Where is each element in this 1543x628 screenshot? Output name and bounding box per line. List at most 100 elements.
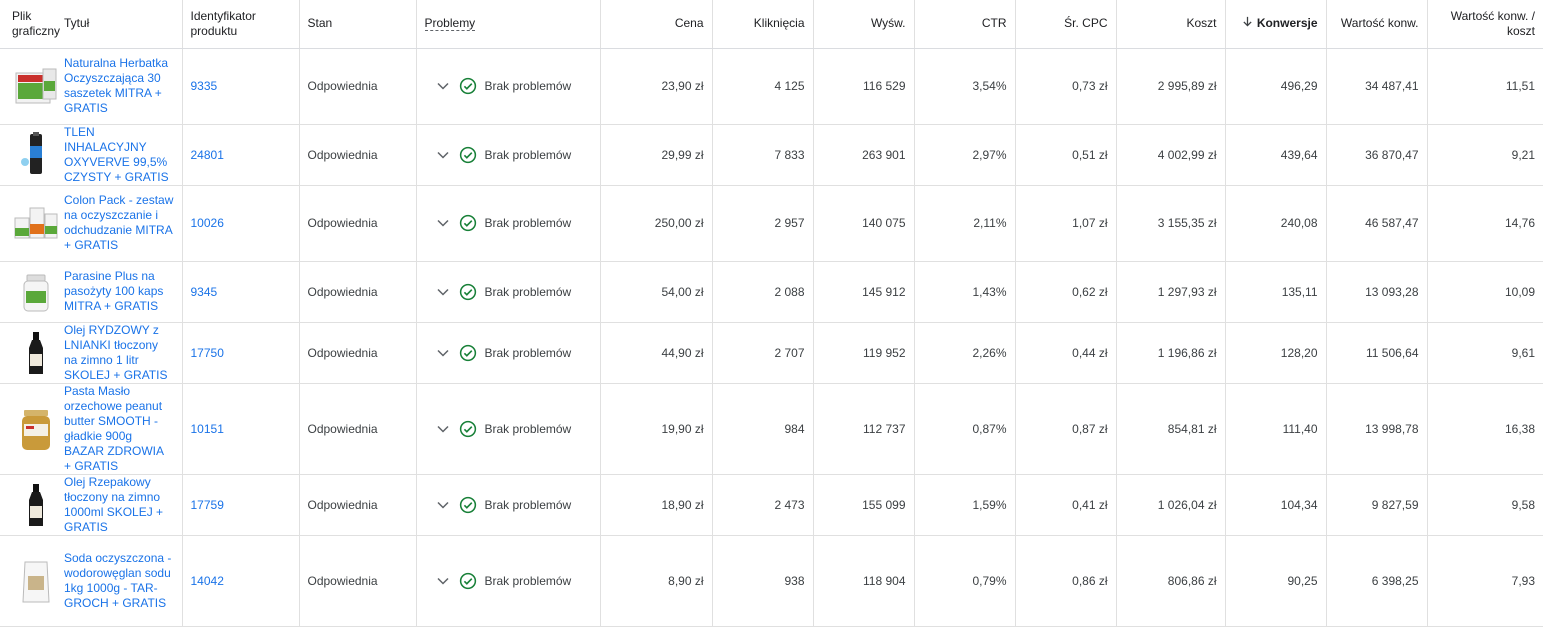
check-circle-icon xyxy=(459,77,477,95)
problems-cell: Brak problemów xyxy=(416,48,601,125)
products-table: Plik graficzny Tytuł Identyfikator produ… xyxy=(0,0,1543,627)
col-header-problems[interactable]: Problemy xyxy=(416,0,601,49)
product-id-link[interactable]: 24801 xyxy=(191,148,224,162)
product-image[interactable] xyxy=(12,62,60,110)
product-id-link[interactable]: 9345 xyxy=(191,285,218,299)
impressions-cell: 116 529 xyxy=(813,48,915,125)
ctr-cell: 1,43% xyxy=(914,261,1016,323)
conv-value-cost-cell: 9,61 xyxy=(1427,322,1543,384)
product-id-link[interactable]: 9335 xyxy=(191,79,218,93)
clicks-cell: 7 833 xyxy=(712,124,814,186)
cpc-cell: 0,62 zł xyxy=(1015,261,1117,323)
status-cell: Odpowiednia xyxy=(299,474,417,536)
chevron-down-icon[interactable] xyxy=(436,82,449,90)
price-cell: 250,00 zł xyxy=(600,185,713,262)
status-cell: Odpowiednia xyxy=(299,261,417,323)
conv-value-cell: 6 398,25 xyxy=(1326,535,1428,627)
impressions-cell: 140 075 xyxy=(813,185,915,262)
product-id-link[interactable]: 10151 xyxy=(191,422,224,436)
col-header-id[interactable]: Identyfikator produktu xyxy=(182,0,300,49)
col-header-label: Wartość konw. xyxy=(1340,16,1419,31)
product-title-link[interactable]: Parasine Plus na pasożyty 100 kaps MITRA… xyxy=(64,269,163,313)
product-image[interactable] xyxy=(12,329,60,377)
product-image[interactable] xyxy=(12,557,60,605)
col-header-label: Stan xyxy=(307,16,333,31)
conversions-cell: 111,40 xyxy=(1225,383,1327,475)
check-circle-icon xyxy=(459,496,477,514)
cost-cell: 2 995,89 zł xyxy=(1116,48,1226,125)
price-cell: 44,90 zł xyxy=(600,322,713,384)
check-circle-icon xyxy=(459,283,477,301)
col-header-image[interactable]: Plik graficzny xyxy=(0,0,64,49)
clicks-cell: 2 088 xyxy=(712,261,814,323)
clicks-cell: 938 xyxy=(712,535,814,627)
arrow-down-icon xyxy=(1242,16,1253,31)
product-title-link[interactable]: Pasta Masło orzechowe peanut butter SMOO… xyxy=(64,384,163,473)
col-header-title[interactable]: Tytuł xyxy=(64,0,183,49)
col-header-conv-value[interactable]: Wartość konw. xyxy=(1326,0,1428,49)
col-header-cost[interactable]: Koszt xyxy=(1116,0,1226,49)
col-header-label: Kliknięcia xyxy=(753,16,805,31)
product-title-cell: TLEN INHALACYJNY OXYVERVE 99,5% CZYSTY +… xyxy=(64,124,183,186)
price-cell: 29,99 zł xyxy=(600,124,713,186)
price-cell: 23,90 zł xyxy=(600,48,713,125)
ctr-cell: 3,54% xyxy=(914,48,1016,125)
col-header-cpc[interactable]: Śr. CPC xyxy=(1015,0,1117,49)
product-title-link[interactable]: TLEN INHALACYJNY OXYVERVE 99,5% CZYSTY +… xyxy=(64,125,169,184)
problems-label: Brak problemów xyxy=(484,147,572,162)
chevron-down-icon[interactable] xyxy=(436,425,449,433)
impressions-cell: 155 099 xyxy=(813,474,915,536)
product-image-cell xyxy=(0,535,64,627)
product-image[interactable] xyxy=(12,268,60,316)
conv-value-cost-cell: 10,09 xyxy=(1427,261,1543,323)
ctr-cell: 2,26% xyxy=(914,322,1016,384)
col-header-label: Wyśw. xyxy=(870,16,906,31)
product-id-link[interactable]: 14042 xyxy=(191,574,224,588)
cpc-cell: 0,86 zł xyxy=(1015,535,1117,627)
product-image[interactable] xyxy=(12,131,60,179)
product-id-link[interactable]: 17750 xyxy=(191,346,224,360)
problems-cell: Brak problemów xyxy=(416,124,601,186)
product-id-cell: 10026 xyxy=(182,185,300,262)
chevron-down-icon[interactable] xyxy=(436,288,449,296)
impressions-cell: 118 904 xyxy=(813,535,915,627)
cost-cell: 854,81 zł xyxy=(1116,383,1226,475)
product-title-link[interactable]: Soda oczyszczona - wodorowęglan sodu 1kg… xyxy=(64,551,171,610)
ctr-cell: 0,87% xyxy=(914,383,1016,475)
col-header-status[interactable]: Stan xyxy=(299,0,417,49)
problems-label: Brak problemów xyxy=(484,216,572,230)
col-header-conv-value-cost[interactable]: Wartość konw. / koszt xyxy=(1427,0,1543,49)
product-id-link[interactable]: 17759 xyxy=(191,498,224,512)
col-header-clicks[interactable]: Kliknięcia xyxy=(712,0,814,49)
product-image[interactable] xyxy=(12,199,60,247)
col-header-impressions[interactable]: Wyśw. xyxy=(813,0,915,49)
conv-value-cost-cell: 11,51 xyxy=(1427,48,1543,125)
col-header-price[interactable]: Cena xyxy=(600,0,713,49)
product-title-cell: Olej Rzepakowy tłoczony na zimno 1000ml … xyxy=(64,474,183,536)
problems-cell: Brak problemów xyxy=(416,261,601,323)
status-cell: Odpowiednia xyxy=(299,535,417,627)
check-circle-icon xyxy=(459,420,477,438)
ctr-cell: 1,59% xyxy=(914,474,1016,536)
conversions-cell: 496,29 xyxy=(1225,48,1327,125)
chevron-down-icon[interactable] xyxy=(436,151,449,159)
product-title-link[interactable]: Olej Rzepakowy tłoczony na zimno 1000ml … xyxy=(64,475,163,534)
product-image[interactable] xyxy=(12,405,60,453)
col-header-conversions[interactable]: Konwersje xyxy=(1225,0,1327,49)
col-header-label: Konwersje xyxy=(1256,16,1318,31)
chevron-down-icon[interactable] xyxy=(436,501,449,509)
col-header-label: Problemy xyxy=(424,16,476,32)
col-header-ctr[interactable]: CTR xyxy=(914,0,1016,49)
chevron-down-icon[interactable] xyxy=(436,349,449,357)
product-image[interactable] xyxy=(12,481,60,529)
conversions-cell: 104,34 xyxy=(1225,474,1327,536)
product-title-link[interactable]: Naturalna Herbatka Oczyszczająca 30 sasz… xyxy=(64,56,168,115)
product-id-link[interactable]: 10026 xyxy=(191,216,224,230)
chevron-down-icon[interactable] xyxy=(436,577,449,585)
product-title-cell: Naturalna Herbatka Oczyszczająca 30 sasz… xyxy=(64,48,183,125)
product-title-link[interactable]: Olej RYDZOWY z LNIANKI tłoczony na zimno… xyxy=(64,323,167,382)
product-title-link[interactable]: Colon Pack - zestaw na oczyszczanie i od… xyxy=(64,193,173,252)
cost-cell: 1 297,93 zł xyxy=(1116,261,1226,323)
col-header-label: Identyfikator produktu xyxy=(190,8,256,38)
chevron-down-icon[interactable] xyxy=(436,219,449,227)
